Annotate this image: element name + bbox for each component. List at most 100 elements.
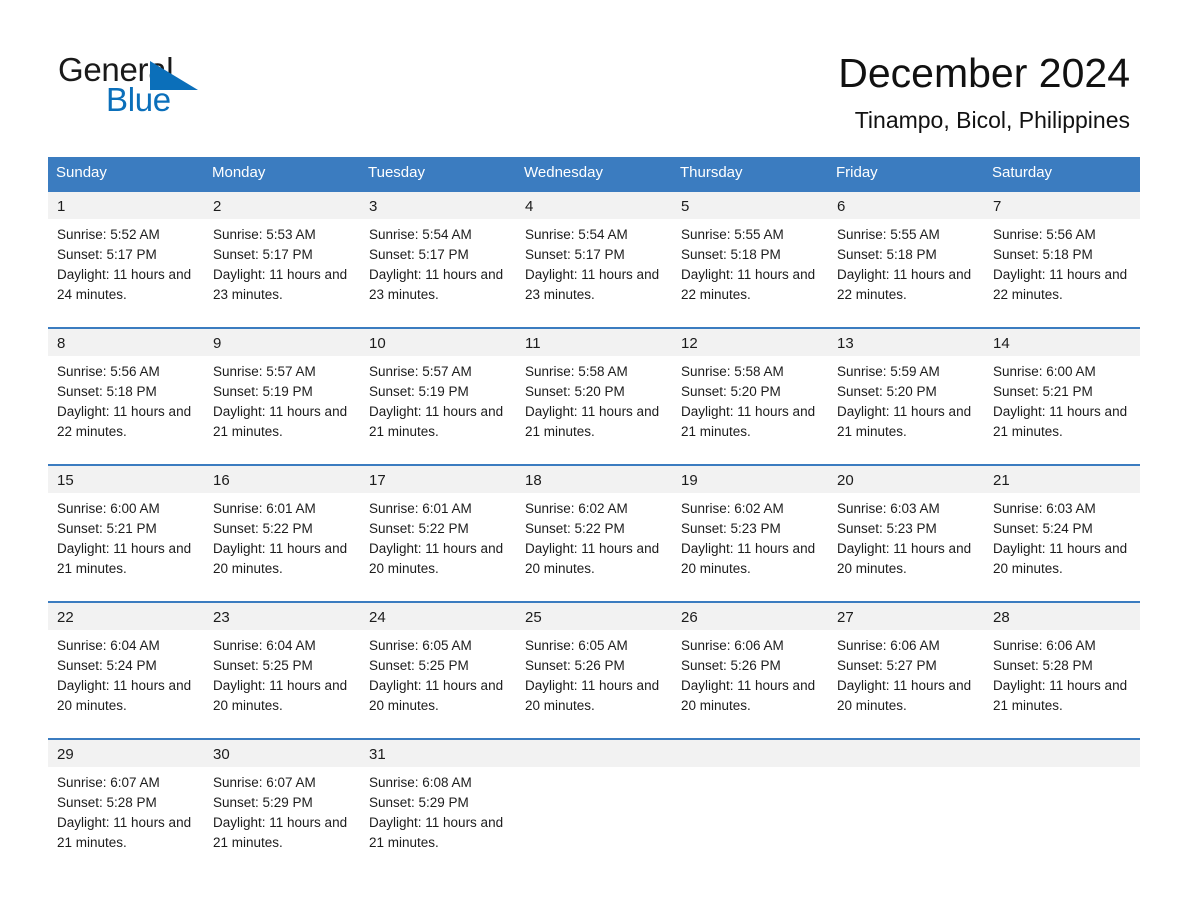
day-cell-empty <box>516 767 672 875</box>
day-number[interactable]: 27 <box>828 603 984 630</box>
day-number[interactable]: 31 <box>360 740 516 767</box>
day-number[interactable]: 18 <box>516 466 672 493</box>
daylight-text: Daylight: 11 hours and 23 minutes. <box>525 267 660 302</box>
day-number[interactable]: 26 <box>672 603 828 630</box>
day-number-empty <box>672 740 828 767</box>
daylight-text: Daylight: 11 hours and 21 minutes. <box>369 404 504 439</box>
day-cell: Sunrise: 5:56 AM Sunset: 5:18 PM Dayligh… <box>984 219 1140 327</box>
day-number[interactable]: 19 <box>672 466 828 493</box>
day-number[interactable]: 17 <box>360 466 516 493</box>
daylight-text: Daylight: 11 hours and 22 minutes. <box>57 404 192 439</box>
weekday-header-saturday: Saturday <box>992 164 1053 181</box>
day-number[interactable]: 23 <box>204 603 360 630</box>
sunset-text: Sunset: 5:24 PM <box>993 521 1093 536</box>
weekday-header-tuesday: Tuesday <box>368 164 425 181</box>
day-cell: Sunrise: 5:57 AM Sunset: 5:19 PM Dayligh… <box>204 356 360 464</box>
sunrise-text: Sunrise: 6:07 AM <box>57 775 160 790</box>
daylight-text: Daylight: 11 hours and 20 minutes. <box>681 678 816 713</box>
sunrise-text: Sunrise: 6:06 AM <box>681 638 784 653</box>
daylight-text: Daylight: 11 hours and 21 minutes. <box>57 541 192 576</box>
sunset-text: Sunset: 5:28 PM <box>57 795 157 810</box>
sunset-text: Sunset: 5:24 PM <box>57 658 157 673</box>
sunset-text: Sunset: 5:29 PM <box>369 795 469 810</box>
day-cell: Sunrise: 6:00 AM Sunset: 5:21 PM Dayligh… <box>48 493 204 601</box>
sunset-text: Sunset: 5:17 PM <box>369 247 469 262</box>
day-number[interactable]: 20 <box>828 466 984 493</box>
daylight-text: Daylight: 11 hours and 23 minutes. <box>213 267 348 302</box>
sunset-text: Sunset: 5:27 PM <box>837 658 937 673</box>
calendar-page: General Blue December 2024 Tinampo, Bico… <box>0 0 1188 918</box>
day-number[interactable]: 13 <box>828 329 984 356</box>
sunrise-text: Sunrise: 5:57 AM <box>369 364 472 379</box>
sunset-text: Sunset: 5:22 PM <box>369 521 469 536</box>
day-number-empty <box>828 740 984 767</box>
sunrise-text: Sunrise: 5:56 AM <box>993 227 1096 242</box>
week-row: 29 30 31 Sunrise: 6:07 AM Sunset: 5:28 P… <box>48 738 1140 875</box>
day-cell: Sunrise: 5:54 AM Sunset: 5:17 PM Dayligh… <box>360 219 516 327</box>
day-cell: Sunrise: 6:06 AM Sunset: 5:26 PM Dayligh… <box>672 630 828 738</box>
day-number[interactable]: 21 <box>984 466 1140 493</box>
day-number[interactable]: 6 <box>828 192 984 219</box>
daylight-text: Daylight: 11 hours and 21 minutes. <box>837 404 972 439</box>
day-number[interactable]: 11 <box>516 329 672 356</box>
day-cell: Sunrise: 6:05 AM Sunset: 5:26 PM Dayligh… <box>516 630 672 738</box>
day-number[interactable]: 25 <box>516 603 672 630</box>
daylight-text: Daylight: 11 hours and 21 minutes. <box>993 404 1128 439</box>
day-number[interactable]: 30 <box>204 740 360 767</box>
sunset-text: Sunset: 5:19 PM <box>369 384 469 399</box>
sunrise-text: Sunrise: 6:06 AM <box>837 638 940 653</box>
week-row: 15 16 17 18 19 20 21 Sunrise: 6:00 AM Su… <box>48 464 1140 601</box>
sunset-text: Sunset: 5:26 PM <box>525 658 625 673</box>
daylight-text: Daylight: 11 hours and 20 minutes. <box>837 678 972 713</box>
day-cell: Sunrise: 6:02 AM Sunset: 5:22 PM Dayligh… <box>516 493 672 601</box>
daylight-text: Daylight: 11 hours and 20 minutes. <box>681 541 816 576</box>
week-row: 1 2 3 4 5 6 7 Sunrise: 5:52 AM Sunset: 5… <box>48 190 1140 327</box>
day-number[interactable]: 24 <box>360 603 516 630</box>
general-blue-logo[interactable]: General Blue <box>58 52 238 118</box>
day-cell-empty <box>828 767 984 875</box>
day-number[interactable]: 3 <box>360 192 516 219</box>
day-number-empty <box>516 740 672 767</box>
daylight-text: Daylight: 11 hours and 21 minutes. <box>681 404 816 439</box>
sunrise-text: Sunrise: 6:07 AM <box>213 775 316 790</box>
day-cell: Sunrise: 5:52 AM Sunset: 5:17 PM Dayligh… <box>48 219 204 327</box>
sunrise-text: Sunrise: 5:52 AM <box>57 227 160 242</box>
sunrise-text: Sunrise: 5:55 AM <box>837 227 940 242</box>
day-number[interactable]: 2 <box>204 192 360 219</box>
daylight-text: Daylight: 11 hours and 20 minutes. <box>993 541 1128 576</box>
sunset-text: Sunset: 5:17 PM <box>57 247 157 262</box>
day-number[interactable]: 29 <box>48 740 204 767</box>
sunset-text: Sunset: 5:28 PM <box>993 658 1093 673</box>
day-number-strip: 1 2 3 4 5 6 7 <box>48 192 1140 219</box>
day-number-strip: 29 30 31 <box>48 740 1140 767</box>
day-number[interactable]: 12 <box>672 329 828 356</box>
daylight-text: Daylight: 11 hours and 22 minutes. <box>837 267 972 302</box>
day-cell: Sunrise: 6:01 AM Sunset: 5:22 PM Dayligh… <box>360 493 516 601</box>
week-row: 8 9 10 11 12 13 14 Sunrise: 5:56 AM Suns… <box>48 327 1140 464</box>
daylight-text: Daylight: 11 hours and 20 minutes. <box>525 541 660 576</box>
day-number[interactable]: 7 <box>984 192 1140 219</box>
day-number[interactable]: 8 <box>48 329 204 356</box>
day-number[interactable]: 14 <box>984 329 1140 356</box>
day-cell: Sunrise: 5:57 AM Sunset: 5:19 PM Dayligh… <box>360 356 516 464</box>
day-number[interactable]: 28 <box>984 603 1140 630</box>
day-cell: Sunrise: 6:03 AM Sunset: 5:23 PM Dayligh… <box>828 493 984 601</box>
day-cell: Sunrise: 5:55 AM Sunset: 5:18 PM Dayligh… <box>672 219 828 327</box>
day-number[interactable]: 4 <box>516 192 672 219</box>
day-number[interactable]: 10 <box>360 329 516 356</box>
day-number[interactable]: 22 <box>48 603 204 630</box>
sunrise-text: Sunrise: 6:02 AM <box>681 501 784 516</box>
day-number[interactable]: 5 <box>672 192 828 219</box>
day-detail-strip: Sunrise: 5:56 AM Sunset: 5:18 PM Dayligh… <box>48 356 1140 464</box>
day-number[interactable]: 1 <box>48 192 204 219</box>
day-cell: Sunrise: 5:55 AM Sunset: 5:18 PM Dayligh… <box>828 219 984 327</box>
sunset-text: Sunset: 5:20 PM <box>837 384 937 399</box>
daylight-text: Daylight: 11 hours and 20 minutes. <box>369 678 504 713</box>
sunrise-text: Sunrise: 5:57 AM <box>213 364 316 379</box>
day-number[interactable]: 15 <box>48 466 204 493</box>
daylight-text: Daylight: 11 hours and 21 minutes. <box>213 404 348 439</box>
day-number[interactable]: 9 <box>204 329 360 356</box>
sunset-text: Sunset: 5:17 PM <box>525 247 625 262</box>
daylight-text: Daylight: 11 hours and 22 minutes. <box>993 267 1128 302</box>
day-number[interactable]: 16 <box>204 466 360 493</box>
